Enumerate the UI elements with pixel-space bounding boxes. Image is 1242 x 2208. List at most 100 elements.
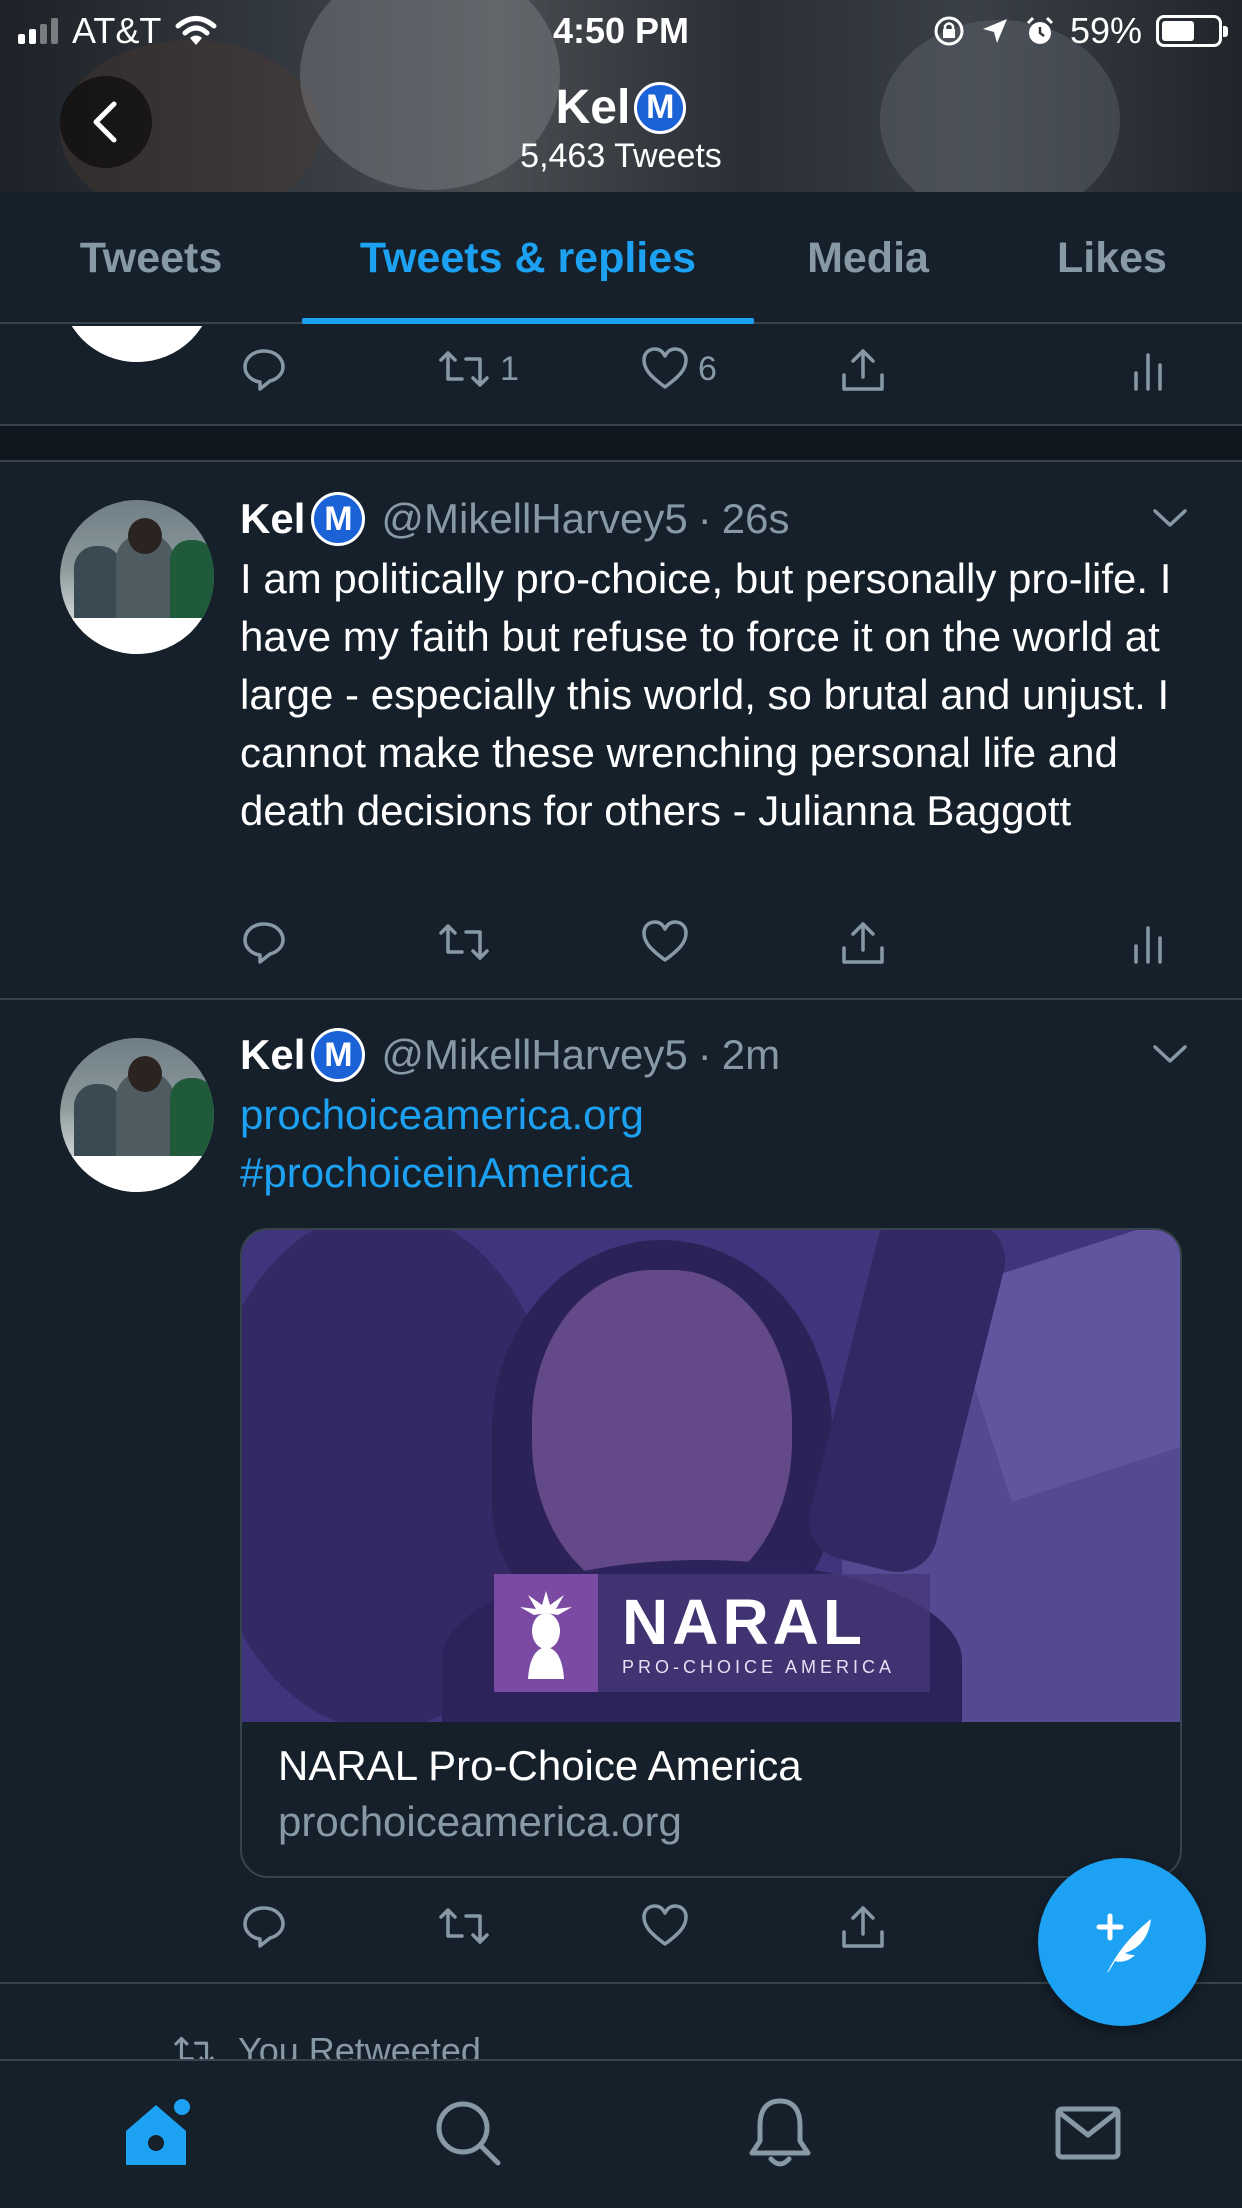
profile-title: Kel M 5,463 Tweets bbox=[0, 80, 1242, 176]
share-button[interactable] bbox=[838, 1902, 888, 1952]
tweet-menu-button[interactable] bbox=[1150, 504, 1190, 537]
tweet-hashtag[interactable]: #prochoiceinAmerica bbox=[240, 1144, 1190, 1202]
profile-tabs: Tweets Tweets & replies Media Likes bbox=[0, 192, 1242, 324]
reply-button[interactable] bbox=[240, 1902, 288, 1950]
retweet-notice: You Retweeted bbox=[172, 2030, 481, 2059]
profile-name-text: Kel bbox=[555, 81, 631, 134]
heart-icon bbox=[642, 347, 688, 389]
tweet-divider bbox=[0, 998, 1242, 1000]
status-bar: AT&T 4:50 PM 59% bbox=[0, 0, 1242, 62]
compose-tweet-icon bbox=[1096, 1913, 1151, 1973]
analytics-icon bbox=[1134, 353, 1162, 391]
heart-icon bbox=[642, 920, 688, 962]
location-icon bbox=[982, 19, 1007, 43]
reply-icon bbox=[243, 922, 285, 964]
timeline[interactable]: 1 6 Kel M @MikellHarvey5 · 26s I am poli… bbox=[0, 326, 1242, 2059]
tweet-author-handle[interactable]: @MikellHarvey5 bbox=[381, 1031, 687, 1079]
tab-media[interactable]: Media bbox=[754, 192, 982, 324]
like-button[interactable]: 6 bbox=[640, 345, 717, 393]
reply-icon bbox=[243, 1906, 285, 1948]
chevron-down-icon bbox=[1153, 1045, 1187, 1063]
retweet-icon bbox=[439, 924, 489, 960]
home-icon bbox=[126, 2099, 190, 2165]
tweet-header: Kel M @MikellHarvey5 · 26s bbox=[240, 492, 789, 546]
tweet-text: I am politically pro-choice, but persona… bbox=[240, 555, 1172, 834]
analytics-icon bbox=[1134, 926, 1162, 964]
share-button[interactable] bbox=[838, 918, 888, 968]
tweet-text: prochoiceamerica.org #prochoiceinAmerica bbox=[240, 1086, 1190, 1202]
reply-button[interactable] bbox=[240, 345, 288, 393]
tweet-separator: · bbox=[697, 495, 712, 542]
tweet-actions: 1 6 bbox=[240, 345, 1180, 405]
heart-icon bbox=[642, 1904, 688, 1946]
orientation-lock-icon bbox=[934, 16, 964, 46]
tweet-separator: · bbox=[697, 1031, 712, 1078]
tweet-menu-button[interactable] bbox=[1150, 1040, 1190, 1073]
share-icon bbox=[842, 922, 884, 964]
retweet-icon bbox=[174, 2036, 214, 2059]
nav-home[interactable] bbox=[106, 2083, 206, 2183]
tweet-author-handle[interactable]: @MikellHarvey5 bbox=[381, 495, 687, 543]
avatar[interactable] bbox=[60, 500, 214, 654]
tweet-time[interactable]: 2m bbox=[722, 1031, 780, 1079]
tab-tweets[interactable]: Tweets bbox=[0, 192, 302, 324]
profile-name: Kel M bbox=[556, 80, 687, 135]
like-button[interactable] bbox=[640, 1902, 690, 1950]
tweet-author-name[interactable]: Kel bbox=[240, 495, 305, 543]
naral-logo-subtext: PRO-CHOICE AMERICA bbox=[622, 1656, 896, 1677]
alarm-icon bbox=[1026, 16, 1053, 44]
bottom-tab-bar bbox=[0, 2059, 1242, 2208]
retweet-icon bbox=[439, 1908, 489, 1944]
bell-icon bbox=[749, 2098, 811, 2167]
tab-likes[interactable]: Likes bbox=[982, 192, 1242, 324]
retweet-button[interactable]: 1 bbox=[436, 345, 519, 393]
active-tab-indicator bbox=[302, 318, 754, 324]
avatar[interactable] bbox=[60, 326, 214, 362]
nav-search[interactable] bbox=[418, 2083, 518, 2183]
like-count: 6 bbox=[698, 349, 717, 388]
retweet-button[interactable] bbox=[436, 918, 492, 966]
tweet-link[interactable]: prochoiceamerica.org bbox=[240, 1086, 1190, 1144]
tweet-actions bbox=[240, 918, 1180, 978]
conversation-gap bbox=[0, 426, 1242, 460]
analytics-button[interactable] bbox=[1130, 918, 1166, 968]
retweet-button[interactable] bbox=[436, 1902, 492, 1950]
reply-icon bbox=[243, 349, 285, 391]
compose-tweet-button[interactable] bbox=[1038, 1858, 1206, 2026]
share-icon bbox=[842, 349, 884, 391]
like-button[interactable] bbox=[640, 918, 690, 966]
battery-icon bbox=[1156, 15, 1228, 47]
battery-percent: 59% bbox=[1069, 10, 1142, 51]
retweet-icon bbox=[439, 351, 489, 387]
m-badge-icon: M bbox=[311, 492, 366, 546]
mail-icon bbox=[1055, 2106, 1121, 2160]
nav-notifications[interactable] bbox=[730, 2083, 830, 2183]
link-preview-title: NARAL Pro-Choice America bbox=[278, 1742, 802, 1789]
reply-button[interactable] bbox=[240, 918, 288, 966]
m-badge-icon: M bbox=[311, 1028, 366, 1082]
tweet-count: 5,463 Tweets bbox=[520, 137, 722, 175]
search-icon bbox=[436, 2101, 501, 2166]
tweet-author-name[interactable]: Kel bbox=[240, 1031, 305, 1079]
status-bar-right: 59% bbox=[932, 10, 1228, 52]
analytics-button[interactable] bbox=[1130, 345, 1166, 395]
m-badge-icon: M bbox=[634, 81, 687, 134]
nav-messages[interactable] bbox=[1038, 2083, 1138, 2183]
tweet-time[interactable]: 26s bbox=[722, 495, 790, 543]
avatar[interactable] bbox=[60, 1038, 214, 1192]
naral-logo-text: NARAL bbox=[622, 1585, 866, 1658]
share-button[interactable] bbox=[838, 345, 888, 395]
link-preview-card[interactable]: NARAL PRO-CHOICE AMERICA NARAL Pro-Choic… bbox=[240, 1228, 1182, 1878]
tweet-header: Kel M @MikellHarvey5 · 2m bbox=[240, 1028, 780, 1082]
profile-banner: AT&T 4:50 PM 59% Kel M 5,463 Tweets bbox=[0, 0, 1242, 192]
naral-logo: NARAL PRO-CHOICE AMERICA bbox=[494, 1574, 930, 1692]
link-preview-domain: prochoiceamerica.org bbox=[278, 1798, 682, 1845]
retweet-notice-text: You Retweeted bbox=[238, 2030, 481, 2059]
statue-of-liberty-icon bbox=[494, 1574, 598, 1692]
chevron-down-icon bbox=[1153, 509, 1187, 527]
link-preview-image: NARAL PRO-CHOICE AMERICA bbox=[242, 1230, 1180, 1722]
tab-tweets-and-replies[interactable]: Tweets & replies bbox=[302, 192, 754, 324]
tweet-divider bbox=[0, 460, 1242, 462]
retweet-count: 1 bbox=[500, 349, 519, 388]
share-icon bbox=[842, 1906, 884, 1948]
